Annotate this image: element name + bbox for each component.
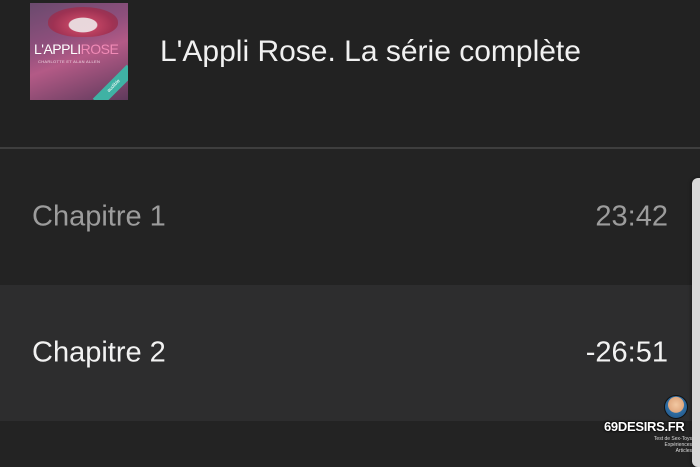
cover-title-part1: L'APPLI [34,41,81,57]
cover-subtitle: CHARLOTTE ET ALAN ALLEN [38,59,101,64]
cover-title-part2: ROSE [80,41,119,57]
site-watermark: 69DESIRS.FR Test de Sex-Toys Expériences… [604,393,696,465]
cover-ribbon: audible [92,64,128,100]
watermark-tagline-3: Articles [675,448,692,454]
chapter-row[interactable]: Chapitre 1 23:42 [0,149,700,285]
book-title: L'Appli Rose. La série complète [160,35,581,68]
chapter-duration: 23:42 [595,200,668,233]
chapter-row-current[interactable]: Chapitre 2 -26:51 [0,285,700,421]
cover-title: L'APPLIROSE [34,41,119,57]
book-header: L'APPLIROSE CHARLOTTE ET ALAN ALLEN audi… [0,0,700,147]
chapter-remaining-time: -26:51 [585,336,668,369]
watermark-site-name: 69DESIRS.FR [604,419,685,434]
chapter-label: Chapitre 1 [32,200,166,233]
next-chapter-row-partial[interactable] [0,421,700,467]
mascot-avatar-icon [664,395,688,419]
cover-art-lips [48,7,118,37]
chapter-label: Chapitre 2 [32,336,166,369]
book-cover-image[interactable]: L'APPLIROSE CHARLOTTE ET ALAN ALLEN audi… [30,3,128,100]
audiobook-chapter-screen: L'APPLIROSE CHARLOTTE ET ALAN ALLEN audi… [0,0,700,467]
